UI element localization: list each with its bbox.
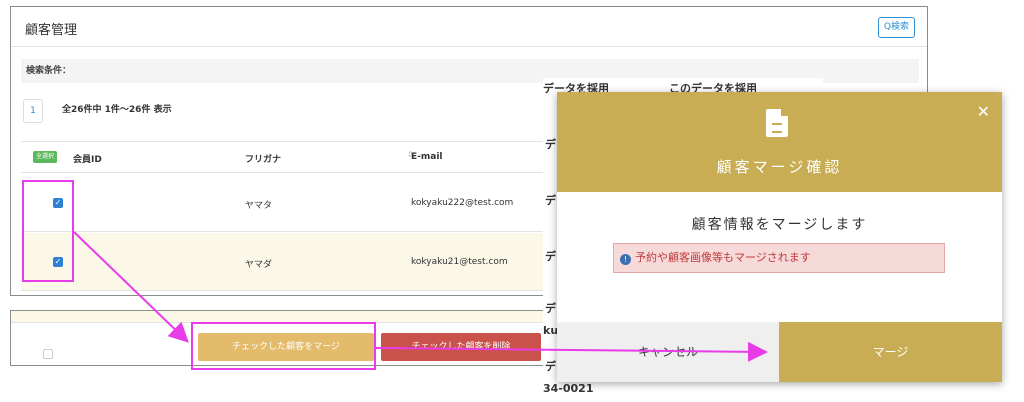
annotation-arrows (73, 231, 768, 362)
arrow-to-confirm-button (375, 341, 768, 362)
arrow-to-merge-button (73, 231, 189, 343)
